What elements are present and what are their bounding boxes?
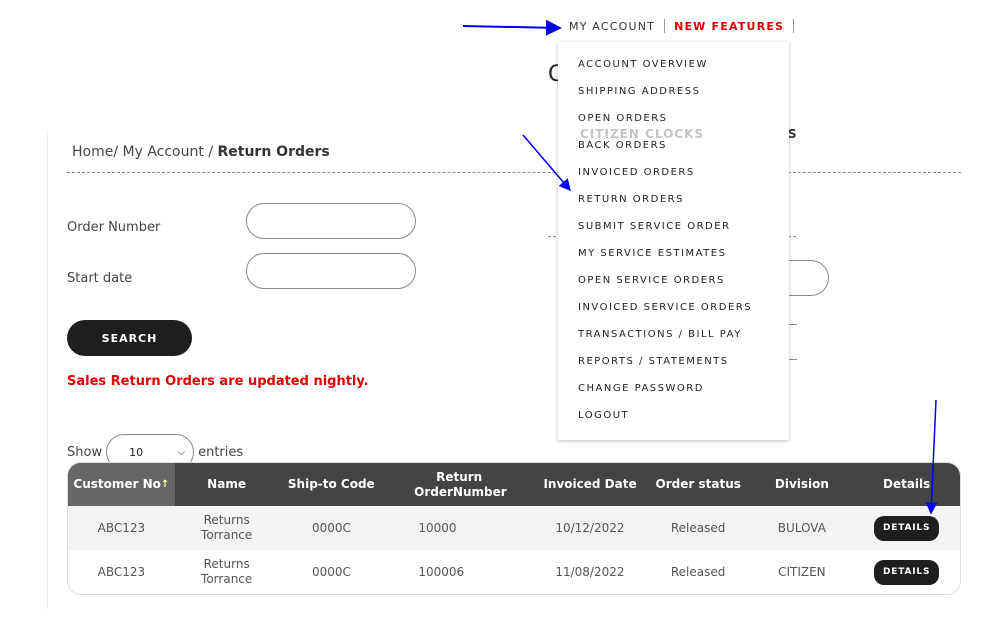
arrow-to-details (925, 399, 938, 515)
annotation-arrows (462, 19, 938, 515)
arrow-to-return-orders (522, 134, 571, 192)
arrow-to-my-account (462, 19, 562, 36)
